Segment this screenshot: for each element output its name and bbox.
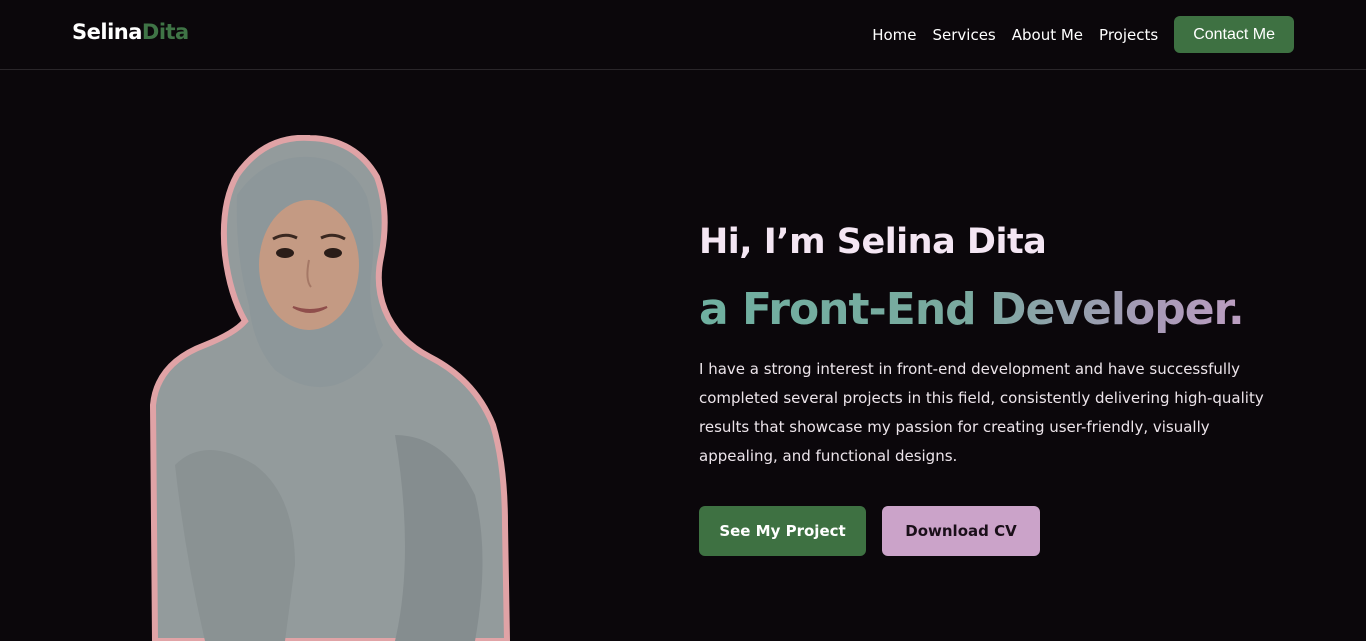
cta-row: See My Project Download CV — [699, 506, 1299, 556]
logo[interactable]: SelinaDita — [72, 20, 189, 44]
profile-photo — [145, 134, 515, 641]
hero-description: I have a strong interest in front-end de… — [699, 360, 1264, 465]
nav-menu: Home Services About Me Projects Contact … — [872, 16, 1294, 53]
nav-projects-link[interactable]: Projects — [1099, 26, 1158, 44]
contact-button[interactable]: Contact Me — [1174, 16, 1294, 53]
hero-greeting: Hi, I’m Selina Dita — [699, 222, 1047, 262]
see-project-button[interactable]: See My Project — [699, 506, 866, 556]
navbar: SelinaDita Home Services About Me Projec… — [0, 0, 1366, 70]
download-cv-button[interactable]: Download CV — [882, 506, 1040, 556]
nav-about-link[interactable]: About Me — [1012, 26, 1083, 44]
logo-first-name: Selina — [72, 20, 142, 44]
hero-role: a Front-End Developer. — [699, 284, 1299, 335]
logo-last-name: Dita — [141, 20, 189, 44]
nav-services-link[interactable]: Services — [932, 26, 995, 44]
hero-section: Hi, I’m Selina Dita a Front-End Develope… — [699, 222, 1299, 556]
nav-home-link[interactable]: Home — [872, 26, 916, 44]
